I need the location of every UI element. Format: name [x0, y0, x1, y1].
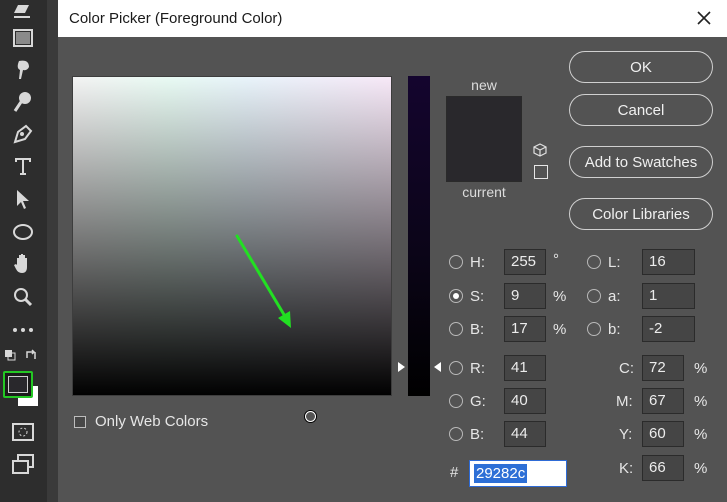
- magenta-unit: %: [694, 393, 708, 410]
- eraser-icon[interactable]: [9, 0, 37, 24]
- black-input[interactable]: 66: [642, 455, 684, 481]
- saturation-unit: %: [553, 288, 567, 305]
- hand-icon[interactable]: [9, 252, 37, 276]
- black-unit: %: [694, 460, 708, 477]
- lightness-input[interactable]: 16: [642, 249, 695, 275]
- saturation-radio[interactable]: [449, 289, 463, 303]
- hex-value: 29282c: [474, 464, 528, 483]
- b-channel-radio[interactable]: [587, 322, 601, 336]
- yellow-label: Y:: [619, 426, 633, 443]
- green-radio[interactable]: [449, 394, 463, 408]
- hue-slider-handle-right[interactable]: [434, 362, 441, 372]
- cyan-unit: %: [694, 360, 708, 377]
- yellow-unit: %: [694, 426, 708, 443]
- ellipse-icon[interactable]: [9, 220, 37, 244]
- green-input[interactable]: 40: [504, 388, 546, 414]
- a-channel-radio[interactable]: [587, 289, 601, 303]
- hue-label: H:: [470, 254, 485, 271]
- hex-label: #: [450, 464, 459, 481]
- swap-colors-icon[interactable]: [24, 348, 38, 362]
- path-selection-icon[interactable]: [9, 187, 37, 211]
- hue-radio[interactable]: [449, 255, 463, 269]
- only-web-colors-checkbox[interactable]: [74, 415, 86, 428]
- default-colors-icon[interactable]: [3, 348, 17, 362]
- color-picker-dialog: Color Picker (Foreground Color) Only Web…: [58, 0, 727, 502]
- cancel-button[interactable]: Cancel: [569, 94, 713, 126]
- saturation-label: S:: [470, 288, 485, 305]
- a-channel-input[interactable]: 1: [642, 283, 695, 309]
- color-field[interactable]: [72, 76, 392, 422]
- current-label: current: [462, 184, 506, 200]
- color-field-marker[interactable]: [305, 411, 316, 422]
- blue-label: B:: [470, 426, 485, 443]
- type-icon[interactable]: [9, 154, 37, 178]
- red-radio[interactable]: [449, 361, 463, 375]
- foreground-color-swatch[interactable]: [3, 371, 33, 398]
- out-of-gamut-cube-icon[interactable]: [533, 143, 547, 162]
- dialog-title: Color Picker (Foreground Color): [69, 10, 283, 27]
- green-label: G:: [470, 393, 486, 410]
- hue-slider[interactable]: [408, 76, 430, 396]
- a-channel-label: a:: [608, 288, 621, 305]
- brightness-unit: %: [553, 321, 567, 338]
- only-web-colors-option[interactable]: Only Web Colors: [74, 413, 208, 430]
- hue-slider-handle-left[interactable]: [398, 362, 405, 372]
- red-input[interactable]: 41: [504, 355, 546, 381]
- new-label: new: [471, 77, 497, 93]
- b-channel-label: b:: [608, 321, 621, 338]
- lightness-label: L:: [608, 254, 621, 271]
- hue-input[interactable]: 255: [504, 249, 546, 275]
- blue-radio[interactable]: [449, 427, 463, 441]
- black-label: K:: [619, 460, 634, 477]
- close-icon[interactable]: [693, 7, 715, 29]
- web-safe-swatch[interactable]: [534, 165, 548, 179]
- toolbar-gutter: [47, 0, 58, 502]
- more-tools-icon[interactable]: [9, 318, 37, 342]
- add-to-swatches-button[interactable]: Add to Swatches: [569, 146, 713, 178]
- brightness-input[interactable]: 17: [504, 316, 546, 342]
- saturation-input[interactable]: 9: [504, 283, 546, 309]
- blue-input[interactable]: 44: [504, 421, 546, 447]
- ok-button[interactable]: OK: [569, 51, 713, 83]
- color-preview: [446, 96, 522, 182]
- quick-mask-icon[interactable]: [9, 420, 37, 444]
- smudge-icon[interactable]: [9, 58, 37, 82]
- current-color-preview[interactable]: [447, 139, 521, 181]
- color-libraries-button[interactable]: Color Libraries: [569, 198, 713, 230]
- b-channel-input[interactable]: -2: [642, 316, 695, 342]
- only-web-colors-label: Only Web Colors: [95, 413, 209, 430]
- yellow-input[interactable]: 60: [642, 421, 684, 447]
- hue-unit: °: [553, 251, 559, 268]
- red-label: R:: [470, 360, 485, 377]
- cyan-input[interactable]: 72: [642, 355, 684, 381]
- new-color-preview: [447, 97, 521, 139]
- magenta-input[interactable]: 67: [642, 388, 684, 414]
- tools-panel: [0, 0, 47, 502]
- brightness-label: B:: [470, 321, 485, 338]
- brightness-radio[interactable]: [449, 322, 463, 336]
- gradient-icon[interactable]: [9, 26, 37, 50]
- cyan-label: C:: [619, 360, 634, 377]
- hex-input[interactable]: 29282c: [469, 460, 567, 487]
- zoom-icon[interactable]: [9, 285, 37, 309]
- pen-icon[interactable]: [9, 122, 37, 146]
- dodge-icon[interactable]: [9, 90, 37, 114]
- magenta-label: M:: [616, 393, 633, 410]
- title-bar[interactable]: Color Picker (Foreground Color): [58, 0, 727, 37]
- screen-mode-icon[interactable]: [9, 452, 37, 476]
- lightness-radio[interactable]: [587, 255, 601, 269]
